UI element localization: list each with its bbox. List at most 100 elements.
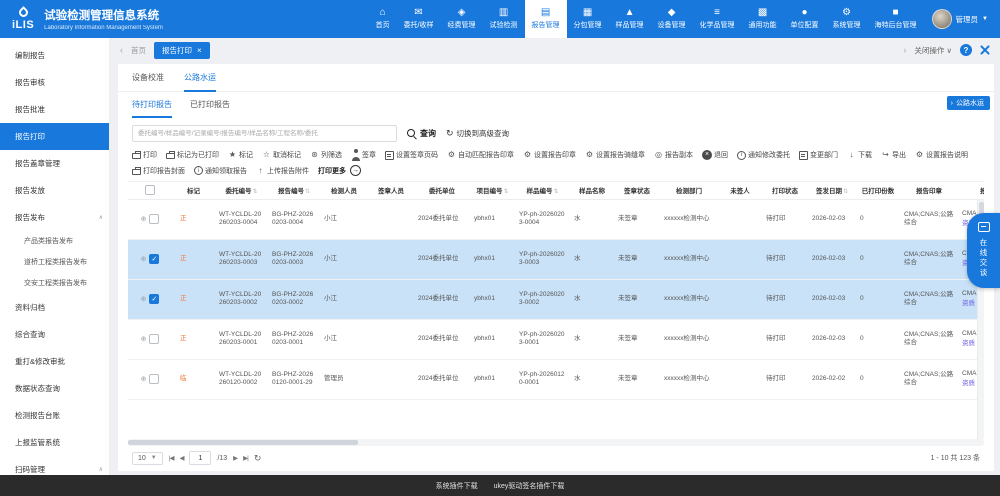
row-checkbox[interactable] — [149, 254, 159, 264]
tab-report-print[interactable]: 报告打印 × — [154, 42, 210, 59]
row-checkbox[interactable] — [149, 374, 159, 384]
prev-page-button[interactable]: ◀ — [179, 454, 183, 462]
nav-sample-mgmt[interactable]: ▲样品管理 — [609, 0, 651, 38]
set-report-seal-button[interactable]: 设置报告印章 — [523, 150, 576, 160]
set-paging-seal-button[interactable]: 设置报告骑缝章 — [585, 150, 645, 160]
download-button[interactable]: 下载 — [847, 150, 872, 160]
nav-equipment[interactable]: ◆设备管理 — [651, 0, 693, 38]
export-button[interactable]: 导出 — [881, 150, 906, 160]
change-dept-button[interactable]: 变更部门 — [799, 150, 838, 160]
tab-highway-waterway[interactable]: 公路水运 — [184, 72, 216, 92]
sidebar-item[interactable]: 报告发布∧ — [0, 204, 109, 231]
nav-chemical[interactable]: ≡化学品管理 — [693, 0, 742, 38]
notify-modify-button[interactable]: 通知修改委托 — [737, 150, 790, 160]
next-page-button[interactable]: ▶ — [233, 454, 237, 462]
upload-attachment-button[interactable]: 上传报告附件 — [256, 166, 309, 176]
nav-home[interactable]: ⌂首页 — [369, 0, 397, 38]
print-button[interactable]: 打印 — [132, 150, 157, 160]
col-sample_no[interactable]: 样品编号⇅ — [515, 182, 570, 199]
col-project[interactable]: 项目编号⇅ — [470, 182, 515, 199]
tabs-scroll-left-icon[interactable]: ‹ — [120, 45, 123, 55]
sidebar-item[interactable]: 上报监管系统 — [0, 429, 109, 456]
search-input[interactable] — [132, 125, 397, 142]
drag-icon[interactable]: ⊕ — [141, 376, 147, 383]
mark-button[interactable]: 标记 — [228, 150, 253, 160]
table-row[interactable]: ⊕正WT-YCLDL-20260203-0004BG-PHZ-20260203-… — [128, 199, 984, 239]
sidebar-item[interactable]: 重打&修改审批 — [0, 348, 109, 375]
sidebar-item[interactable]: 资料归档 — [0, 294, 109, 321]
table-row[interactable]: ⊕正WT-YCLDL-20260203-0003BG-PHZ-20260203-… — [128, 239, 984, 279]
auto-match-seal-button[interactable]: 自动匹配报告印章 — [447, 150, 514, 160]
nav-backend-mgmt[interactable]: ■海特后台管理 — [868, 0, 924, 38]
online-chat-button[interactable]: 在线交谈 — [967, 213, 1000, 288]
col-wtno[interactable]: 委托编号⇅ — [215, 182, 268, 199]
drag-icon[interactable]: ⊕ — [141, 256, 147, 263]
ukey-plugin-download-link[interactable]: ukey驱动签名插件下载 — [494, 481, 565, 491]
drag-icon[interactable]: ⊕ — [141, 296, 147, 303]
nav-testing[interactable]: ▥试验检测 — [483, 0, 525, 38]
mark-printed-button[interactable]: 标记为已打印 — [166, 150, 219, 160]
refresh-icon[interactable]: ↻ — [254, 453, 262, 464]
table-row[interactable]: ⊕正WT-YCLDL-20260203-0001BG-PHZ-20260203-… — [128, 319, 984, 359]
sidebar-item[interactable]: 报告盖章管理 — [0, 150, 109, 177]
select-all-checkbox[interactable] — [145, 185, 155, 195]
tab-pending-print[interactable]: 待打印报告 — [132, 99, 172, 118]
row-checkbox[interactable] — [149, 214, 159, 224]
sidebar-item[interactable]: 扫码管理∧ — [0, 456, 109, 475]
query-button[interactable]: 查询 — [407, 128, 436, 139]
drag-icon[interactable]: ⊕ — [141, 216, 147, 223]
close-icon[interactable]: × — [197, 46, 202, 55]
advanced-query-toggle[interactable]: ↻ 切换到高级查询 — [446, 128, 509, 139]
user-menu[interactable]: 管理员 ▼ — [924, 0, 1000, 38]
tab-printed[interactable]: 已打印报告 — [190, 99, 230, 118]
nav-subcontract[interactable]: ▦分包管理 — [567, 0, 609, 38]
notify-pickup-button[interactable]: 通知领取报告 — [194, 166, 247, 176]
nav-report-mgmt[interactable]: ▤报告管理 — [525, 0, 567, 38]
table-row[interactable]: ⊕正WT-YCLDL-20260203-0002BG-PHZ-20260203-… — [128, 279, 984, 319]
unmark-button[interactable]: 取消标记 — [262, 150, 301, 160]
print-more-button[interactable]: 打印更多→ — [318, 165, 361, 176]
tabs-scroll-right-icon[interactable]: › — [903, 45, 906, 55]
nav-system-mgmt[interactable]: ⚙系统管理 — [826, 0, 868, 38]
sidebar-subitem[interactable]: 产品类报告发布 — [0, 231, 109, 252]
sidebar-item[interactable]: 数据状态查询 — [0, 375, 109, 402]
row-checkbox[interactable] — [149, 334, 159, 344]
sidebar-item[interactable]: 综合查询 — [0, 321, 109, 348]
sidebar-item[interactable]: 报告批准 — [0, 96, 109, 123]
last-page-button[interactable]: ▶| — [243, 454, 248, 462]
first-page-button[interactable]: |◀ — [169, 454, 174, 462]
sidebar-item[interactable]: 报告打印 — [0, 123, 109, 150]
sidebar-item[interactable]: 报告审核 — [0, 69, 109, 96]
page-size-select[interactable]: 10 ▼ — [132, 452, 163, 465]
tab-equipment-calibration[interactable]: 设备校准 — [132, 72, 164, 91]
col-bgno[interactable]: 报告编号⇅ — [268, 182, 320, 199]
sign-seal-button[interactable]: 签章 — [351, 150, 376, 160]
set-report-note-button[interactable]: 设置报告说明 — [915, 150, 968, 160]
close-operations-dropdown[interactable]: 关闭操作 ∨ — [914, 45, 952, 56]
drag-icon[interactable]: ⊕ — [141, 336, 147, 343]
nav-funds[interactable]: ◈经费管理 — [441, 0, 483, 38]
page-number-input[interactable] — [189, 451, 211, 465]
print-cover-button[interactable]: 打印报告封面 — [132, 166, 185, 176]
system-plugin-download-link[interactable]: 系统插件下载 — [436, 481, 478, 491]
sidebar-item[interactable]: 检测报告台账 — [0, 402, 109, 429]
fullscreen-icon[interactable] — [980, 45, 990, 55]
report-copy-button[interactable]: 报告副本 — [654, 150, 693, 160]
nav-commission[interactable]: ✉委托/收样 — [397, 0, 441, 38]
set-sign-page-button[interactable]: 设置签章页码 — [385, 150, 438, 160]
column-filter-button[interactable]: 列筛选 — [310, 150, 342, 160]
sidebar-item[interactable]: 编制报告 — [0, 42, 109, 69]
horizontal-scrollbar-thumb[interactable] — [128, 440, 358, 445]
return-button[interactable]: 退回 — [702, 150, 728, 160]
corner-badge[interactable]: › 公路水运 — [947, 96, 990, 110]
sidebar-subitem[interactable]: 道桥工程类报告发布 — [0, 252, 109, 273]
nav-unit-config[interactable]: ●单位配置 — [784, 0, 826, 38]
help-icon[interactable] — [960, 44, 972, 56]
sidebar-item[interactable]: 报告发放 — [0, 177, 109, 204]
horizontal-scrollbar[interactable] — [128, 439, 984, 446]
table-row[interactable]: ⊕临WT-YCLDL-20260120-0002BG-PHZ-20260120-… — [128, 359, 984, 399]
col-issue_date[interactable]: 签发日期⇅ — [808, 182, 856, 199]
tab-home[interactable]: 首页 — [131, 45, 146, 56]
nav-common-func[interactable]: ▩通用功能 — [742, 0, 784, 38]
sidebar-subitem[interactable]: 交安工程类报告发布 — [0, 273, 109, 294]
